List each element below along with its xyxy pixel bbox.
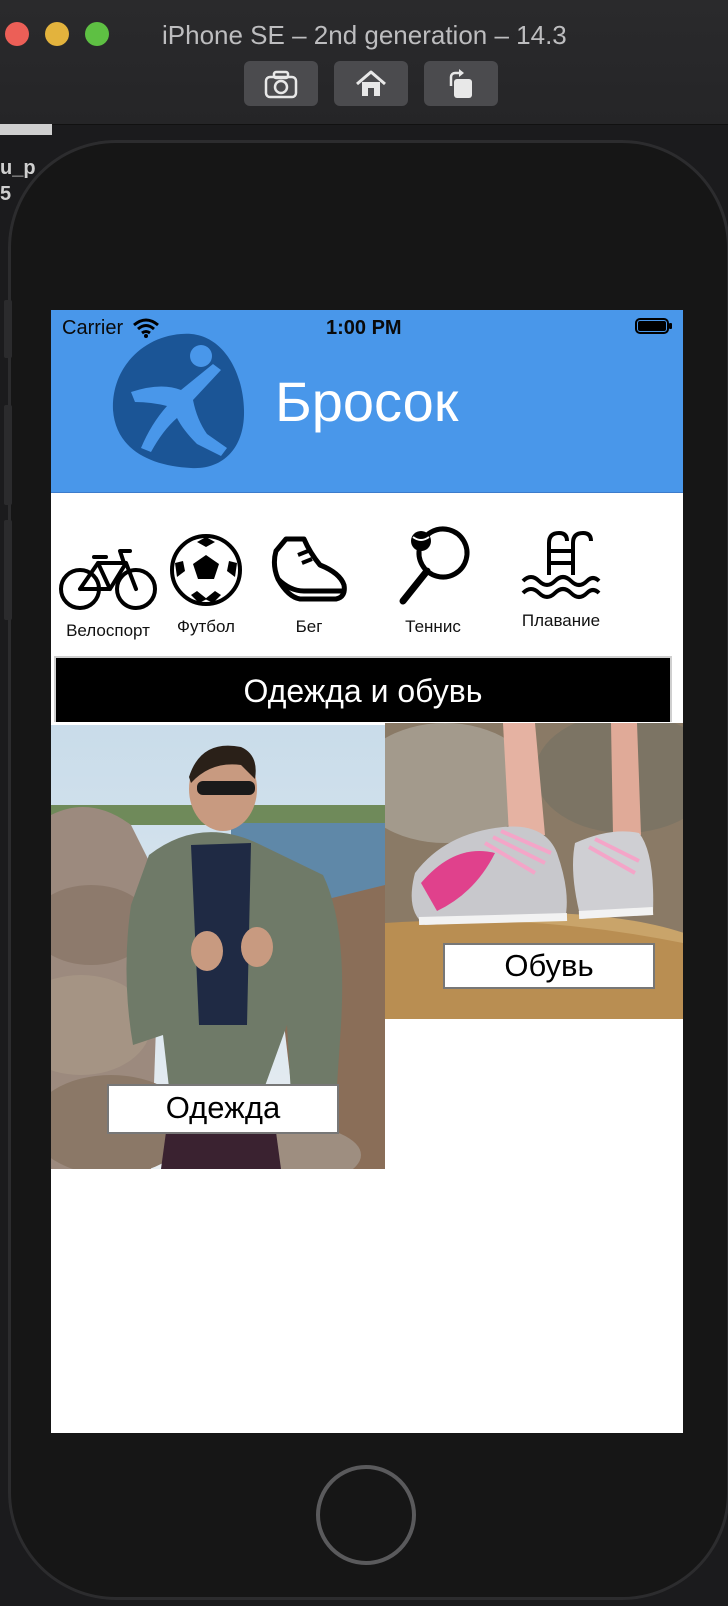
home-toolbar-button[interactable]: [334, 61, 408, 106]
sports-row: Велоспорт Футбол Бег Теннис Плавание: [51, 523, 683, 643]
battery-icon: [635, 318, 672, 334]
status-time: 1:00 PM: [326, 317, 402, 339]
volume-down-button: [4, 520, 12, 620]
sport-label-running: Бег: [295, 617, 323, 636]
camera-icon: [264, 70, 298, 98]
category-tile-shoes[interactable]: Обувь: [385, 723, 683, 1019]
sport-item-tennis[interactable]: Теннис: [388, 523, 478, 637]
section-title-bar: Одежда и обувь: [54, 656, 672, 722]
close-window-button[interactable]: [5, 22, 29, 46]
sport-label-tennis: Теннис: [405, 617, 461, 636]
sport-item-cycling[interactable]: Велоспорт: [54, 545, 162, 641]
running-shoe-icon: [271, 536, 347, 602]
sport-label-swimming: Плавание: [521, 611, 601, 630]
tennis-racket-icon: [399, 526, 470, 605]
bicycle-icon: [59, 549, 157, 610]
swimming-pool-icon: [521, 530, 601, 599]
mute-switch: [4, 300, 12, 358]
rotate-icon: [449, 68, 472, 98]
rotate-button[interactable]: [424, 61, 498, 106]
zoom-window-button[interactable]: [85, 22, 109, 46]
category-label-clothes: Одежда: [107, 1084, 339, 1134]
screenshot-button[interactable]: [244, 61, 318, 106]
sport-label-football: Футбол: [177, 617, 235, 636]
sport-item-swimming[interactable]: Плавание: [513, 529, 609, 631]
app-screen: Carrier 1:00 PM Бросок Велоспорт Футбол …: [51, 310, 683, 1433]
category-label-shoes: Обувь: [443, 943, 655, 989]
soccer-ball-icon: [170, 534, 242, 606]
sidebar-thumbnail: [0, 124, 52, 135]
sport-item-football[interactable]: Футбол: [166, 533, 246, 637]
window-title: iPhone SE – 2nd generation – 14.3: [162, 20, 567, 50]
sport-item-running[interactable]: Бег: [269, 535, 349, 637]
brand-logo: [112, 333, 245, 469]
home-icon: [356, 70, 386, 96]
brand-title: Бросок: [275, 370, 459, 433]
app-header: Carrier 1:00 PM Бросок: [51, 310, 683, 493]
simulator-titlebar: iPhone SE – 2nd generation – 14.3: [0, 0, 728, 125]
sport-label-cycling: Велоспорт: [66, 621, 150, 640]
minimize-window-button[interactable]: [45, 22, 69, 46]
volume-up-button: [4, 405, 12, 505]
device-home-button[interactable]: [316, 1465, 416, 1565]
category-tile-clothes[interactable]: Одежда: [51, 725, 385, 1169]
